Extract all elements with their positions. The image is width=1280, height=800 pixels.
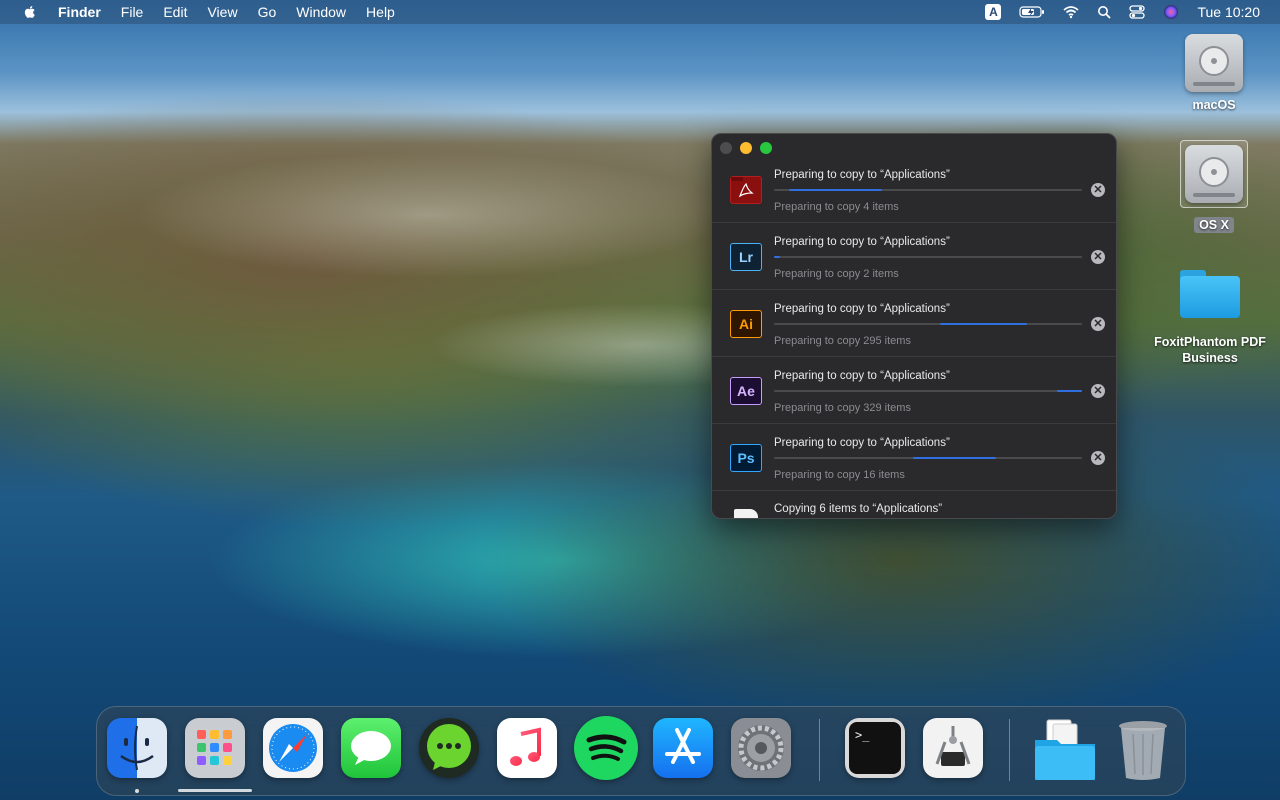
control-center-icon[interactable] — [1129, 5, 1146, 19]
menu-edit[interactable]: Edit — [163, 4, 187, 20]
dock-separator — [819, 719, 820, 781]
operation-status: Preparing to copy 4 items — [774, 201, 899, 213]
operation-title: Preparing to copy to “Applications” — [774, 437, 950, 449]
operation-title: Copying 6 items to “Applications” — [774, 503, 943, 515]
desktop-item-label: FoxitPhantom PDF Business — [1154, 335, 1266, 365]
wifi-icon[interactable] — [1063, 5, 1080, 19]
menu-view[interactable]: View — [207, 4, 237, 20]
copy-operation-row: Copying 6 items to “Applications” ✕ — [712, 491, 1116, 518]
progress-fill — [1057, 390, 1082, 392]
copy-operation-row: Ai Preparing to copy to “Applications” P… — [712, 290, 1116, 357]
progress-bar — [774, 323, 1082, 325]
desktop-item-foxitphantom-folder[interactable]: FoxitPhantom PDF Business — [1150, 270, 1270, 366]
after-effects-icon: Ae — [730, 377, 762, 405]
operation-status: Preparing to copy 16 items — [774, 469, 905, 481]
trash-icon[interactable] — [1113, 718, 1173, 780]
menu-clock[interactable]: Tue 10:20 — [1197, 4, 1260, 20]
chat-app-icon[interactable] — [419, 718, 479, 778]
progress-fill — [940, 323, 1027, 325]
operation-title: Preparing to copy to “Applications” — [774, 370, 950, 382]
siri-icon[interactable] — [1163, 4, 1179, 20]
acrobat-icon — [730, 176, 762, 204]
input-source-icon[interactable]: A — [985, 4, 1002, 20]
cancel-copy-button[interactable]: ✕ — [1091, 183, 1105, 197]
terminal-prompt: >_ — [849, 722, 901, 774]
apple-logo-icon[interactable] — [22, 4, 38, 20]
document-icon — [734, 509, 758, 518]
system-preferences-icon[interactable] — [731, 718, 791, 778]
app-store-icon[interactable] — [653, 718, 713, 778]
operation-status: Preparing to copy 329 items — [774, 402, 911, 414]
copy-progress-window[interactable]: Preparing to copy to “Applications” Prep… — [711, 133, 1117, 519]
desktop-item-macos[interactable]: macOS — [1154, 34, 1274, 112]
spotify-icon[interactable] — [574, 716, 638, 780]
terminal-icon[interactable]: >_ — [845, 718, 905, 778]
progress-bar — [774, 256, 1082, 258]
progress-bar — [774, 189, 1082, 191]
dock: >_ — [96, 706, 1186, 796]
finder-icon[interactable] — [107, 718, 167, 778]
copy-operation-row: Preparing to copy to “Applications” Prep… — [712, 156, 1116, 223]
operation-status: Preparing to copy 295 items — [774, 335, 911, 347]
copy-operations-list: Preparing to copy to “Applications” Prep… — [712, 156, 1116, 518]
safari-icon[interactable] — [263, 718, 323, 778]
progress-bar — [774, 457, 1082, 459]
folder-icon — [1180, 270, 1240, 318]
progress-fill — [912, 457, 996, 459]
cancel-copy-button[interactable]: ✕ — [1091, 250, 1105, 264]
progress-bar — [774, 390, 1082, 392]
selection-highlight — [1180, 140, 1248, 208]
app-menu-finder[interactable]: Finder — [58, 4, 101, 20]
applications-folder-icon[interactable] — [1033, 718, 1095, 780]
progress-fill — [789, 189, 882, 191]
operation-status: Preparing to copy 2 items — [774, 268, 899, 280]
minimize-button[interactable] — [740, 142, 752, 154]
dock-separator — [1009, 719, 1010, 781]
cancel-copy-button[interactable]: ✕ — [1091, 317, 1105, 331]
menu-window[interactable]: Window — [296, 4, 346, 20]
operation-title: Preparing to copy to “Applications” — [774, 236, 950, 248]
desktop-item-label: OS X — [1194, 217, 1234, 233]
close-button[interactable] — [720, 142, 732, 154]
illustrator-icon: Ai — [730, 310, 762, 338]
battery-charging-icon[interactable] — [1019, 5, 1045, 19]
desktop-item-label: macOS — [1192, 98, 1236, 112]
zoom-button[interactable] — [760, 142, 772, 154]
lightroom-icon: Lr — [730, 243, 762, 271]
desktop-item-osx[interactable]: OS X — [1154, 140, 1274, 233]
cancel-copy-button[interactable]: ✕ — [1091, 384, 1105, 398]
window-controls — [720, 142, 772, 154]
spotlight-search-icon[interactable] — [1097, 5, 1112, 19]
hard-drive-icon — [1185, 145, 1243, 203]
dock-scroll-indicator — [178, 789, 252, 792]
progress-fill — [774, 256, 781, 258]
menu-bar: Finder File Edit View Go Window Help A T… — [0, 0, 1280, 24]
operation-title: Preparing to copy to “Applications” — [774, 303, 950, 315]
menu-go[interactable]: Go — [258, 4, 277, 20]
running-indicator — [135, 789, 139, 793]
menu-help[interactable]: Help — [366, 4, 395, 20]
status-menus: A Tue 10:20 — [985, 4, 1260, 20]
operation-title: Preparing to copy to “Applications” — [774, 169, 950, 181]
system-information-icon[interactable] — [923, 718, 983, 778]
messages-icon[interactable] — [341, 718, 401, 778]
copy-operation-row: Ps Preparing to copy to “Applications” P… — [712, 424, 1116, 491]
launchpad-icon[interactable] — [185, 718, 245, 778]
photoshop-icon: Ps — [730, 444, 762, 472]
copy-operation-row: Lr Preparing to copy to “Applications” P… — [712, 223, 1116, 290]
copy-operation-row: Ae Preparing to copy to “Applications” P… — [712, 357, 1116, 424]
hard-drive-icon — [1185, 34, 1243, 92]
menu-file[interactable]: File — [121, 4, 144, 20]
music-icon[interactable] — [497, 718, 557, 778]
cancel-copy-button[interactable]: ✕ — [1091, 451, 1105, 465]
